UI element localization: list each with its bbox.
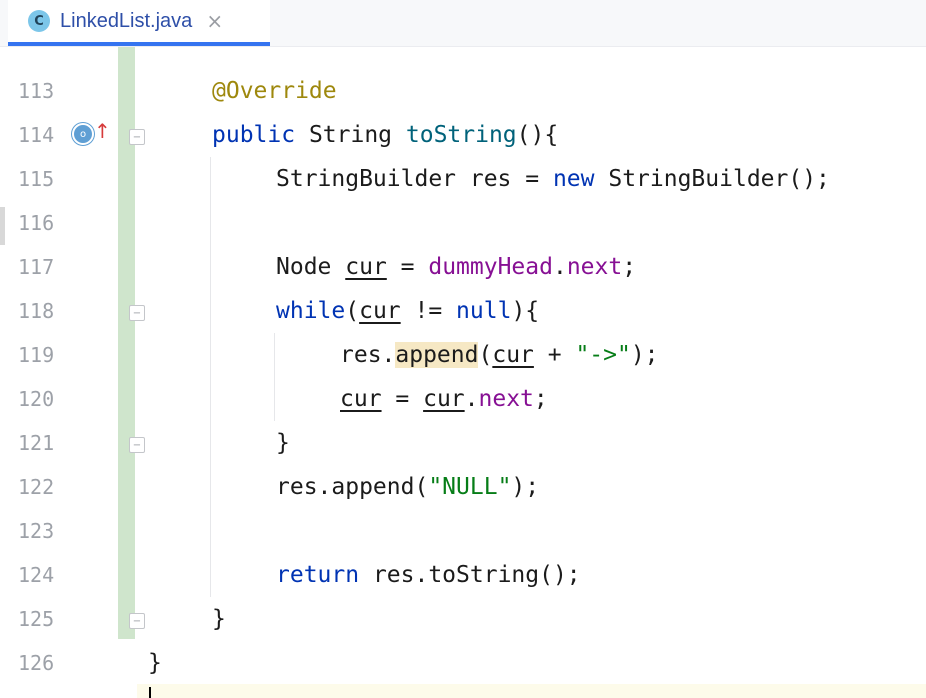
code-text: ){	[511, 298, 540, 324]
code-text: StringBuilder();	[594, 166, 830, 192]
tab-label: LinkedList.java	[60, 9, 193, 32]
tab-linkedlist-java[interactable]: C LinkedList.java ×	[8, 0, 270, 46]
code-text: =	[381, 386, 424, 412]
arrow-up-icon[interactable]: ↑	[94, 119, 111, 143]
line-number: 119	[18, 343, 55, 367]
line-number: 115	[18, 167, 55, 191]
keyword: return	[276, 562, 360, 588]
field: next	[566, 254, 623, 280]
line-number: 121	[18, 431, 55, 455]
code-line-126[interactable]: }	[148, 641, 926, 685]
keyword: public	[212, 122, 296, 148]
code-text: String	[295, 122, 406, 148]
code-text: ;	[622, 254, 637, 280]
code-line-122[interactable]: res.append("NULL");	[276, 465, 926, 509]
line-number: 118	[18, 299, 55, 323]
field: next	[478, 386, 534, 412]
code-line-119[interactable]: res.append(cur + "->");	[340, 333, 926, 377]
code-text: );	[511, 474, 540, 500]
line-number: 120	[18, 387, 55, 411]
line-number: 117	[18, 255, 55, 279]
code-text: res.	[340, 342, 396, 368]
line-number: 113	[18, 79, 55, 103]
keyword: new	[552, 166, 595, 192]
keyword: while	[276, 298, 346, 324]
code-text: .	[552, 254, 567, 280]
editor-tab-bar: C LinkedList.java ×	[0, 0, 926, 47]
line-number: 122	[18, 475, 55, 499]
line-number: 126	[18, 651, 55, 675]
code-text: }	[148, 650, 162, 676]
indent-guide	[210, 157, 211, 597]
code-line-113[interactable]: @Override	[212, 69, 926, 113]
code-text: .	[464, 386, 479, 412]
code-text: =	[386, 254, 429, 280]
text-caret	[149, 687, 151, 698]
code-text: Node	[276, 254, 346, 280]
field: dummyHead	[428, 254, 553, 280]
variable: cur	[340, 386, 382, 412]
overrides-method-icon[interactable]: o	[72, 123, 94, 145]
line-number: 124	[18, 563, 55, 587]
code-text: +	[533, 342, 576, 368]
variable: cur	[492, 342, 534, 368]
code-text: }	[212, 606, 226, 632]
close-icon[interactable]: ×	[206, 9, 223, 33]
line-number: 114	[18, 123, 55, 147]
code-text: ;	[533, 386, 548, 412]
code-line-117[interactable]: Node cur = dummyHead.next;	[276, 245, 926, 289]
gutter-marker	[0, 207, 5, 245]
current-line-highlight	[137, 684, 926, 698]
highlighted-usage: append	[395, 342, 479, 368]
method-name: toString	[405, 122, 517, 148]
indent-guide	[274, 333, 275, 421]
code-text: );	[630, 342, 659, 368]
code-text: res.toString();	[359, 562, 581, 588]
code-line-124[interactable]: return res.toString();	[276, 553, 926, 597]
code-text: }	[276, 430, 290, 456]
code-text: (	[345, 298, 360, 324]
line-number: 125	[18, 607, 55, 631]
line-number: 116	[18, 211, 55, 235]
code-line-120[interactable]: cur = cur.next;	[340, 377, 926, 421]
string-literal: "NULL"	[428, 474, 512, 500]
variable: cur	[423, 386, 465, 412]
code-line-125[interactable]: }	[212, 597, 926, 641]
annotation: @Override	[212, 78, 337, 104]
class-icon: C	[28, 10, 50, 32]
variable: cur	[345, 254, 387, 280]
code-text: StringBuilder res =	[276, 166, 553, 192]
code-line-115[interactable]: StringBuilder res = new StringBuilder();	[276, 157, 926, 201]
code-area[interactable]: @Override public String toString(){ Stri…	[137, 47, 926, 698]
string-literal: "->"	[575, 342, 631, 368]
keyword: null	[456, 298, 512, 324]
code-text: res.append(	[276, 474, 429, 500]
code-line-114[interactable]: public String toString(){	[212, 113, 926, 157]
code-text: (){	[516, 122, 559, 148]
variable: cur	[359, 298, 401, 324]
code-line-118[interactable]: while(cur != null){	[276, 289, 926, 333]
line-number: 123	[18, 519, 55, 543]
code-text: !=	[400, 298, 457, 324]
gutter: 113 114 115 116 117 118 119 120 121 122 …	[0, 47, 145, 698]
code-editor[interactable]: 113 114 115 116 117 118 119 120 121 122 …	[0, 47, 926, 698]
code-line-121[interactable]: }	[276, 421, 926, 465]
code-text: (	[478, 342, 493, 368]
